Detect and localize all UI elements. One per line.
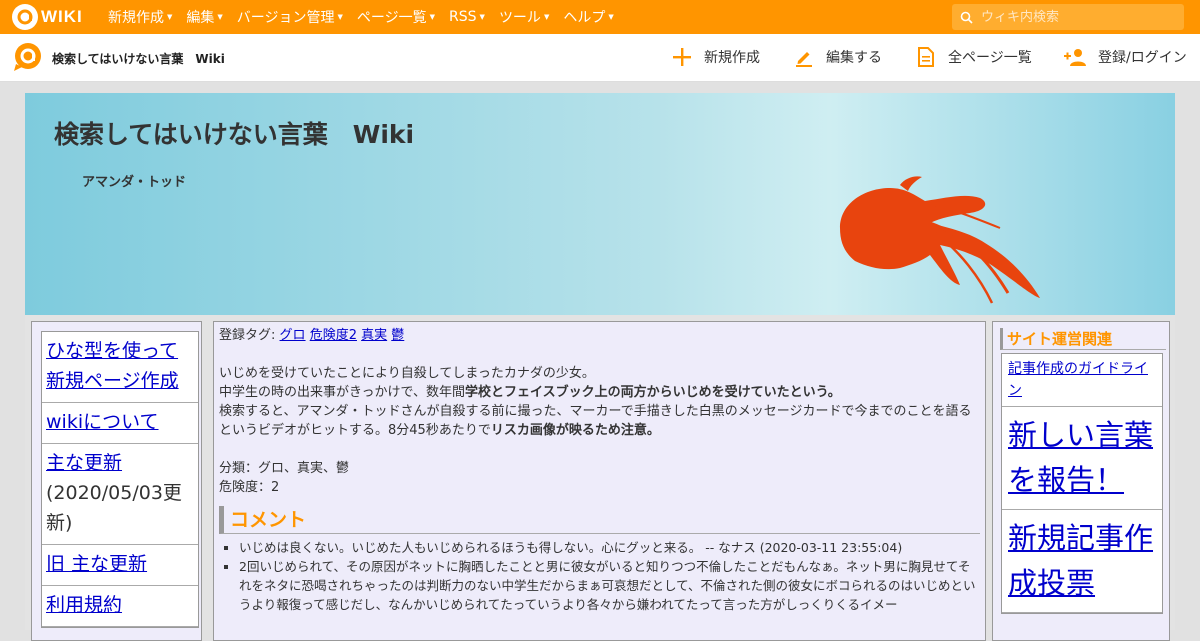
menu-rss-label: RSS xyxy=(449,9,477,25)
sidebar-link-old-updates[interactable]: 旧 主な更新 xyxy=(46,553,147,575)
chevron-down-icon: ▼ xyxy=(543,13,550,21)
menu-new[interactable]: 新規作成 ▼ xyxy=(108,7,172,27)
right-menu: 記事作成のガイドライン 新しい言葉を報告！ 新規記事作成投票 xyxy=(1001,353,1163,614)
chevron-down-icon: ▼ xyxy=(167,13,173,21)
chevron-down-icon: ▼ xyxy=(608,13,614,21)
sidebar-item-about: wikiについて xyxy=(42,403,198,444)
comment-item: いじめは良くない。いじめた人もいじめられるほうも得しない。心にグッと来る。 --… xyxy=(239,538,980,557)
sidebar-link-new-from-template[interactable]: ひな型を使って新規ページ作成 xyxy=(46,340,179,392)
right-item-report: 新しい言葉を報告！ xyxy=(1002,407,1162,510)
new-page-button[interactable]: 新規作成 xyxy=(672,47,760,67)
menu-edit[interactable]: 編集 ▼ xyxy=(186,7,222,27)
search-input[interactable] xyxy=(979,8,1169,26)
search-icon xyxy=(960,11,973,24)
background-paragraph: 中学生の時の出来事がきっかけで、数年間学校とフェイスブック上の両方からいじめを受… xyxy=(219,383,980,402)
chevron-down-icon: ▼ xyxy=(337,13,343,21)
goldfish-icon xyxy=(840,176,1040,304)
all-pages-button[interactable]: 全ページ一覧 xyxy=(918,47,1032,67)
menu-version[interactable]: バージョン管理 ▼ xyxy=(237,7,343,27)
tag-link[interactable]: グロ xyxy=(280,328,306,343)
sidebar-link-updates[interactable]: 主な更新 xyxy=(46,452,122,474)
left-menu: ひな型を使って新規ページ作成 wikiについて 主な更新 (2020/05/03… xyxy=(41,331,199,628)
right-item-guideline: 記事作成のガイドライン xyxy=(1002,354,1162,407)
sidebar-item-old-updates: 旧 主な更新 xyxy=(42,545,198,586)
menu-new-label: 新規作成 xyxy=(108,10,164,26)
sidebar-link-about[interactable]: wikiについて xyxy=(46,411,159,433)
page-title: アマンダ・トッド xyxy=(82,175,187,190)
main-content: 登録タグ: グロ 危険度2 真実 鬱 いじめを受けていたことにより自殺してしまっ… xyxy=(213,321,986,641)
menu-tools[interactable]: ツール ▼ xyxy=(499,7,549,27)
pencil-icon xyxy=(796,52,812,67)
logo-text: WIKI xyxy=(41,7,83,26)
chevron-down-icon: ▼ xyxy=(429,13,436,21)
right-item-vote: 新規記事作成投票 xyxy=(1002,510,1162,613)
video-paragraph: 検索すると、アマンダ・トッドさんが自殺する前に撮った、マーカーで手描きした白黒の… xyxy=(219,402,980,440)
comment-item: 2回いじめられて、その原因がネットに胸晒したことと男に彼女がいると知りつつ不倫し… xyxy=(239,557,980,614)
tags-label: 登録タグ: xyxy=(219,328,276,343)
tag-list: 登録タグ: グロ 危険度2 真実 鬱 xyxy=(219,326,980,345)
at-icon xyxy=(12,4,38,30)
category-line: 分類：グロ、真実、鬱 xyxy=(219,461,350,476)
site-header: 検索してはいけない言葉 Wiki 新規作成 編集する 全ページ一覧 登録/ログイ… xyxy=(0,34,1200,82)
login-button[interactable]: 登録/ログイン xyxy=(1063,47,1187,67)
search-box xyxy=(952,4,1184,30)
wiki-title[interactable]: 検索してはいけない言葉 Wiki xyxy=(54,115,414,151)
intro-paragraph: いじめを受けていたことにより自殺してしまったカナダの少女。 xyxy=(219,366,595,381)
menu-rss[interactable]: RSS ▼ xyxy=(449,7,485,27)
background-bold-text: 学校とフェイスブック上の両方からいじめを受けていたという。 xyxy=(464,385,841,400)
menu-pages[interactable]: ページ一覧 ▼ xyxy=(357,7,435,27)
edit-page-button[interactable]: 編集する xyxy=(795,47,882,67)
plus-icon xyxy=(673,48,691,66)
menu-pages-label: ページ一覧 xyxy=(356,10,427,26)
atwiki-logo[interactable]: WIKI xyxy=(12,4,92,30)
menu-tools-label: ツール xyxy=(498,10,541,26)
right-link-guideline[interactable]: 記事作成のガイドライン xyxy=(1008,361,1148,399)
top-menu: 新規作成 ▼ 編集 ▼ バージョン管理 ▼ ページ一覧 ▼ RSS ▼ ツール ▼ ヘルプ ▼ xyxy=(108,7,628,27)
comment-list: いじめは良くない。いじめた人もいじめられるほうも得しない。心にグッと来る。 --… xyxy=(219,538,980,614)
all-pages-label: 全ページ一覧 xyxy=(948,50,1032,66)
site-title[interactable]: 検索してはいけない言葉 Wiki xyxy=(52,50,225,67)
wiki-banner: 検索してはいけない言葉 Wiki アマンダ・トッド xyxy=(25,93,1175,315)
menu-version-label: バージョン管理 xyxy=(236,10,335,26)
sidebar-link-terms[interactable]: 利用規約 xyxy=(46,594,122,616)
right-link-vote[interactable]: 新規記事作成投票 xyxy=(1008,521,1153,600)
left-sidebar: ひな型を使って新規ページ作成 wikiについて 主な更新 (2020/05/03… xyxy=(31,321,202,641)
sidebar-item-new-from-template: ひな型を使って新規ページ作成 xyxy=(42,332,198,403)
add-user-icon xyxy=(1064,49,1086,66)
new-page-label: 新規作成 xyxy=(704,50,760,66)
menu-help-label: ヘルプ xyxy=(563,10,606,26)
chevron-down-icon: ▼ xyxy=(479,13,485,21)
chevron-down-icon: ▼ xyxy=(217,13,223,21)
comment-heading: コメント xyxy=(219,506,980,534)
right-sidebar: サイト運営関連 記事作成のガイドライン 新しい言葉を報告！ 新規記事作成投票 xyxy=(992,321,1170,641)
content-area: ひな型を使って新規ページ作成 wikiについて 主な更新 (2020/05/03… xyxy=(25,315,1175,641)
danger-level-line: 危険度：2 xyxy=(219,480,280,495)
warning-bold-text: リスカ画像が映るため注意。 xyxy=(490,423,660,438)
tag-link[interactable]: 鬱 xyxy=(391,328,404,343)
document-icon xyxy=(918,47,934,67)
top-navbar: WIKI 新規作成 ▼ 編集 ▼ バージョン管理 ▼ ページ一覧 ▼ RSS ▼ ツール ▼… xyxy=(0,0,1200,34)
menu-help[interactable]: ヘルプ ▼ xyxy=(563,7,613,27)
menu-edit-label: 編集 xyxy=(186,10,215,26)
edit-page-label: 編集する xyxy=(826,50,882,66)
right-sidebar-title: サイト運営関連 xyxy=(1000,328,1166,350)
login-label: 登録/ログイン xyxy=(1098,50,1187,66)
tag-link[interactable]: 危険度2 xyxy=(310,328,357,343)
sidebar-item-updates: 主な更新 (2020/05/03更新) xyxy=(42,444,198,545)
tag-link[interactable]: 真実 xyxy=(361,328,387,343)
sidebar-item-terms: 利用規約 xyxy=(42,586,198,627)
updates-date-note: (2020/05/03更新) xyxy=(46,482,182,534)
site-logo-icon[interactable] xyxy=(12,42,44,76)
background-text: 中学生の時の出来事がきっかけで、数年間 xyxy=(219,385,465,400)
right-link-report[interactable]: 新しい言葉を報告！ xyxy=(1008,418,1153,497)
